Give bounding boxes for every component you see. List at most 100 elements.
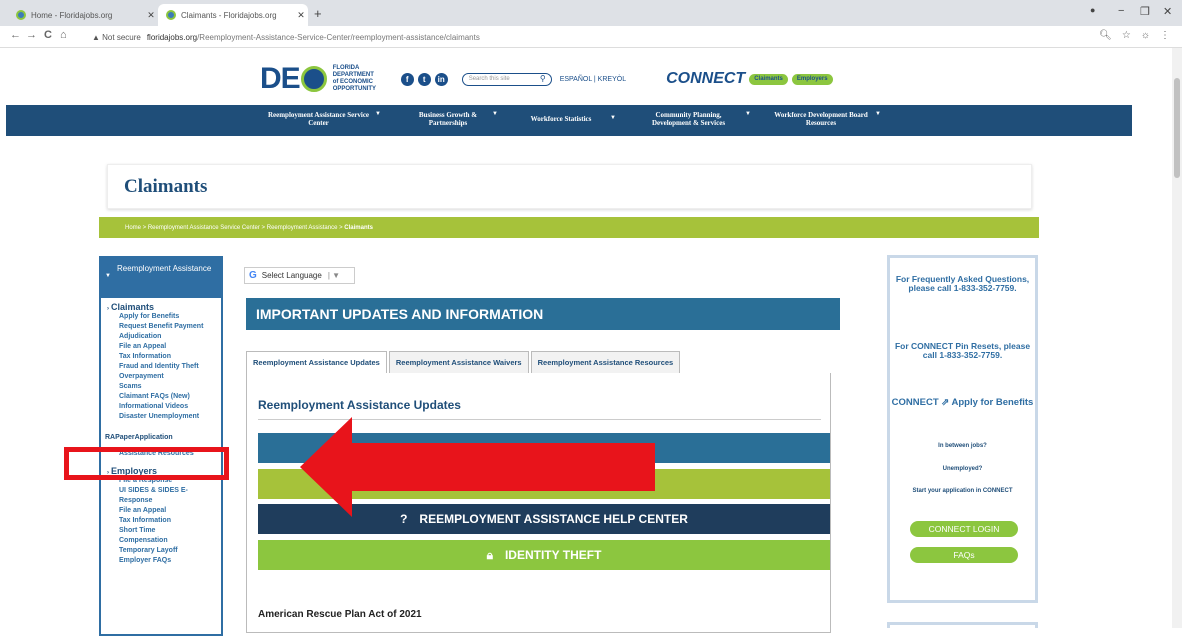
scrollbar-thumb[interactable] xyxy=(1174,78,1180,178)
caret-down-icon: ▼ xyxy=(375,111,381,117)
search-icon[interactable]: ⚲ xyxy=(540,74,546,83)
sidebar-link[interactable]: Overpayment xyxy=(119,372,221,382)
connect-login-button[interactable]: CONNECT LOGIN xyxy=(910,521,1018,537)
sidebar-header-label: Reemployment Assistance xyxy=(117,264,212,273)
nav-item-reemployment[interactable]: Reemployment Assistance Service Center ▼ xyxy=(266,111,381,127)
sidebar-link[interactable]: Tax Information xyxy=(119,516,221,526)
sidebar-link[interactable]: File an Appeal xyxy=(119,342,221,352)
reload-button[interactable]: C xyxy=(44,29,52,41)
minimize-button[interactable]: − xyxy=(1118,5,1124,17)
nav-item-business-growth[interactable]: Business Growth & Partnerships ▼ xyxy=(408,111,498,127)
sidebar-link[interactable]: Employer FAQs xyxy=(119,556,221,566)
new-tab-button[interactable]: + xyxy=(314,6,322,21)
back-button[interactable]: ← xyxy=(10,29,21,41)
logo-subtitle: FLORIDA DEPARTMENT of ECONOMIC OPPORTUNI… xyxy=(332,65,377,92)
connect-apply-link[interactable]: CONNECT ⇗ Apply for Benefits xyxy=(890,398,1035,408)
nav-item-community-planning[interactable]: Community Planning, Development & Servic… xyxy=(636,111,751,127)
site-header: DE FLORIDA DEPARTMENT of ECONOMIC OPPORT… xyxy=(260,62,833,96)
twitter-icon[interactable]: t xyxy=(417,72,431,86)
close-window-button[interactable]: ✕ xyxy=(1163,5,1172,18)
sidebar-link[interactable]: Adjudication xyxy=(119,332,221,342)
tab-label: Claimants - Floridajobs.org xyxy=(181,10,277,20)
deo-favicon-icon xyxy=(16,10,26,20)
right-info-box: For Frequently Asked Questions, please c… xyxy=(887,255,1038,603)
annotation-highlight-box xyxy=(64,447,229,480)
sidebar-link[interactable]: Request Benefit Payment xyxy=(119,322,221,332)
dropdown-arrow-icon: | ▼ xyxy=(327,271,341,280)
sidebar-link-rapaperapplication[interactable]: RAPaperApplication xyxy=(105,433,221,443)
nav-item-workforce-statistics[interactable]: Workforce Statistics ▼ xyxy=(516,115,616,123)
url-field[interactable]: ▲ Not secure floridajobs.org /Reemployme… xyxy=(92,29,1072,45)
deo-logo[interactable]: DE FLORIDA DEPARTMENT of ECONOMIC OPPORT… xyxy=(260,62,381,96)
important-updates-header: IMPORTANT UPDATES AND INFORMATION xyxy=(246,298,840,330)
tab-bar: Home - Floridajobs.org ✕ Claimants - Flo… xyxy=(0,0,1182,26)
language-links[interactable]: ESPAÑOL | KREYÒL xyxy=(560,76,626,83)
connect-employers-button[interactable]: Employers xyxy=(791,73,833,85)
nav-label: Workforce Statistics xyxy=(530,115,592,123)
bookmark-star-icon[interactable]: ☆ xyxy=(1122,30,1131,41)
nav-label: Workforce Development Board Resources xyxy=(774,111,868,127)
identity-theft-button[interactable]: 🔒︎ IDENTITY THEFT xyxy=(258,540,830,570)
sidebar-link[interactable]: Disaster Unemployment xyxy=(119,412,221,421)
zoom-icon[interactable]: 🔍︎ xyxy=(1099,30,1112,41)
caret-down-icon: ▼ xyxy=(105,273,111,279)
close-tab-icon[interactable]: ✕ xyxy=(294,10,308,21)
facebook-icon[interactable]: f xyxy=(400,72,414,86)
sidebar-link[interactable]: Tax Information xyxy=(119,352,221,362)
social-links: f t in xyxy=(400,72,448,86)
employer-links: File a Response UI SIDES & SIDES E-Respo… xyxy=(101,476,221,566)
not-secure-badge[interactable]: ▲ Not secure xyxy=(92,33,141,42)
url-path: /Reemployment-Assistance-Service-Center/… xyxy=(197,32,480,42)
home-button[interactable]: ⌂ xyxy=(60,29,67,41)
nav-item-workforce-development[interactable]: Workforce Development Board Resources ▼ xyxy=(771,111,881,127)
menu-kebab-icon[interactable]: ⋮ xyxy=(1160,30,1170,41)
caret-down-icon: ▼ xyxy=(610,115,616,121)
search-placeholder: Search this site xyxy=(468,76,510,82)
nav-label: Business Growth & Partnerships xyxy=(418,111,478,127)
arp-heading: American Rescue Plan Act of 2021 xyxy=(258,609,422,620)
caret-down-icon: ▼ xyxy=(492,111,498,117)
sidebar-link[interactable]: Apply for Benefits xyxy=(119,312,221,322)
connect-logo[interactable]: CONNECT xyxy=(666,70,745,88)
sidebar-link[interactable]: Short Time Compensation xyxy=(119,526,199,546)
maximize-button[interactable]: ❐ xyxy=(1140,5,1150,18)
site-search-input[interactable]: Search this site ⚲ xyxy=(461,72,552,86)
url-domain: floridajobs.org xyxy=(146,32,198,42)
sidebar-link[interactable]: Claimant FAQs (New) xyxy=(119,392,221,402)
sidebar-link[interactable]: Temporary Layoff xyxy=(119,546,221,556)
extension-icon[interactable]: ☼ xyxy=(1141,30,1150,41)
profile-icon[interactable]: ● xyxy=(1090,5,1095,15)
logo-text: DE xyxy=(260,62,301,95)
sidebar-link[interactable]: Fraud and Identity Theft xyxy=(119,362,221,372)
tab-ra-resources[interactable]: Reemployment Assistance Resources xyxy=(530,351,681,373)
linkedin-icon[interactable]: in xyxy=(434,72,448,86)
sidebar-nav: ▼ Reemployment Assistance › Claimants App… xyxy=(99,256,223,636)
browser-tab-home[interactable]: Home - Floridajobs.org ✕ xyxy=(8,4,158,26)
between-jobs-text: In between jobs? xyxy=(938,443,987,449)
sidebar-link[interactable]: File an Appeal xyxy=(119,506,221,516)
browser-tab-claimants[interactable]: Claimants - Floridajobs.org ✕ xyxy=(158,4,308,26)
tab-label: Home - Floridajobs.org xyxy=(31,10,113,20)
breadcrumb-trail[interactable]: Home > Reemployment Assistance Service C… xyxy=(125,225,343,231)
sidebar-section-claimants[interactable]: › Claimants xyxy=(107,302,221,312)
unemployed-text: Unemployed? xyxy=(942,466,983,472)
page-title: Claimants xyxy=(124,176,208,197)
sidebar-link[interactable]: UI SIDES & SIDES E-Response xyxy=(119,486,215,506)
connect-claimants-button[interactable]: Claimants xyxy=(749,73,788,85)
updates-tabs: Reemployment Assistance Updates Reemploy… xyxy=(246,351,682,373)
tab-ra-waivers[interactable]: Reemployment Assistance Waivers xyxy=(388,351,529,373)
tab-ra-updates[interactable]: Reemployment Assistance Updates xyxy=(246,351,387,373)
sidebar-link[interactable]: Informational Videos xyxy=(119,402,221,412)
caret-down-icon: ▼ xyxy=(745,111,751,117)
forward-button[interactable]: → xyxy=(26,29,37,41)
faqs-button[interactable]: FAQs xyxy=(910,547,1018,563)
close-tab-icon[interactable]: ✕ xyxy=(144,10,158,21)
sidebar-link[interactable]: Scams xyxy=(119,382,221,392)
right-info-box-2 xyxy=(887,622,1038,628)
google-icon: G xyxy=(249,270,257,281)
sidebar-header[interactable]: ▼ Reemployment Assistance xyxy=(101,258,221,298)
browser-window: Home - Floridajobs.org ✕ Claimants - Flo… xyxy=(0,0,1182,636)
translate-label: Select Language xyxy=(261,271,322,280)
google-translate-select[interactable]: G Select Language | ▼ xyxy=(244,267,355,284)
annotation-red-arrow-icon xyxy=(300,417,655,517)
